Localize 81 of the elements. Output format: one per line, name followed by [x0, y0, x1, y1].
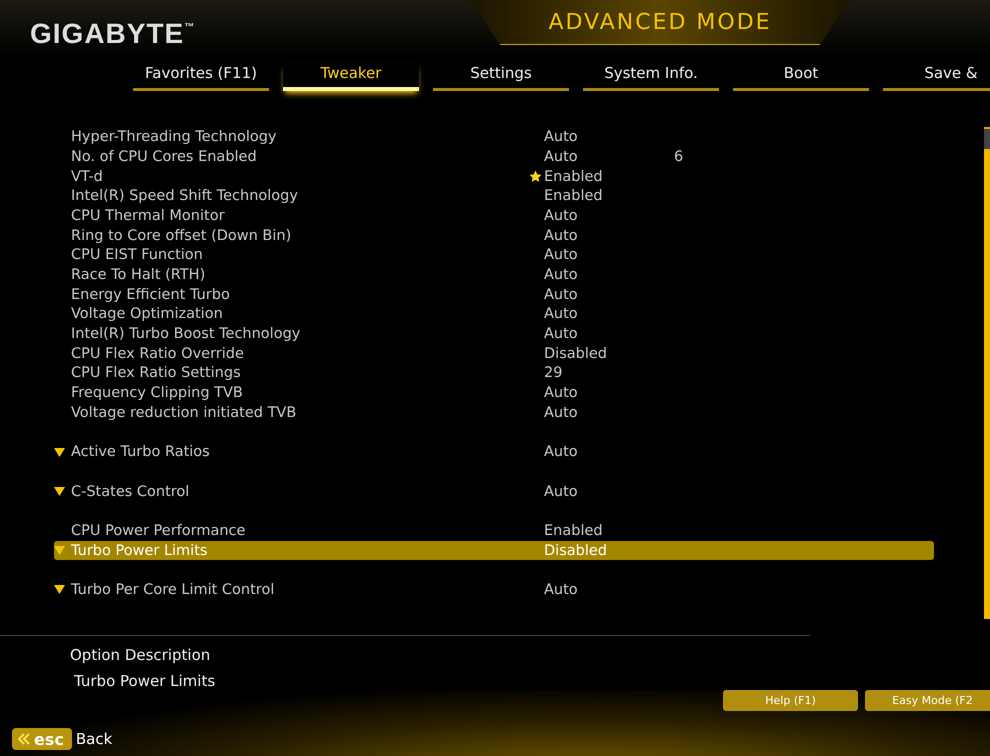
- setting-row[interactable]: C-States Control Auto: [54, 482, 934, 502]
- setting-value: Auto: [544, 582, 579, 598]
- setting-label: VT-d: [71, 168, 104, 185]
- setting-label: Ring to Core offset (Down Bin): [71, 228, 292, 244]
- selected-setting-row[interactable]: Turbo Power Limits Disabled: [54, 540, 934, 560]
- setting-row[interactable]: Frequency Clipping TVB Auto: [54, 383, 934, 403]
- setting-row[interactable]: Race To Halt (RTH) Auto: [54, 265, 934, 285]
- setting-row[interactable]: CPU Flex Ratio Override Disabled: [54, 344, 934, 364]
- trademark: ™: [184, 22, 196, 33]
- setting-row[interactable]: Voltage Optimization Auto: [54, 304, 934, 324]
- setting-value: Auto: [544, 444, 579, 460]
- tab[interactable]: Tweaker: [283, 64, 419, 92]
- mode-title: ADVANCED MODE: [470, 0, 850, 45]
- setting-value: Auto: [544, 228, 579, 244]
- expand-triangle-icon: [54, 487, 65, 496]
- tab[interactable]: Favorites (F11): [133, 64, 269, 92]
- setting-label: C-States Control: [71, 484, 190, 500]
- setting-value: Enabled: [544, 188, 604, 204]
- setting-extra-value: 6: [674, 148, 684, 165]
- setting-row[interactable]: Intel(R) Turbo Boost Technology Auto: [54, 324, 934, 344]
- setting-label: CPU Flex Ratio Settings: [71, 365, 242, 382]
- setting-label: Turbo Per Core Limit Control: [71, 582, 276, 598]
- tab[interactable]: System Info.: [583, 64, 719, 92]
- tab[interactable]: Settings: [433, 64, 569, 92]
- double-chevron-icon: [18, 733, 30, 745]
- setting-label: Frequency Clipping TVB: [71, 385, 244, 402]
- setting-label: No. of CPU Cores Enabled: [71, 148, 258, 165]
- setting-label: Voltage Optimization: [71, 306, 224, 322]
- setting-row[interactable]: Turbo Per Core Limit Control Auto: [54, 580, 934, 600]
- setting-label: CPU EIST Function: [71, 247, 204, 264]
- setting-value: Enabled: [544, 522, 604, 539]
- setting-row[interactable]: Energy Efficient Turbo Auto: [54, 284, 934, 304]
- star-icon: [528, 170, 542, 184]
- setting-row[interactable]: CPU Flex Ratio Settings 29: [54, 364, 934, 384]
- expand-triangle-icon: [54, 448, 65, 457]
- setting-row[interactable]: VT-d Enabled: [54, 166, 934, 186]
- setting-value: Auto: [544, 129, 579, 146]
- setting-label: CPU Power Performance: [71, 522, 246, 539]
- setting-value: Enabled: [544, 168, 604, 185]
- logo: GIGABYTE™: [30, 18, 196, 50]
- setting-value: Auto: [544, 404, 579, 421]
- tab[interactable]: Save &: [883, 64, 990, 92]
- setting-value: Disabled: [544, 346, 608, 362]
- setting-label: Energy Efficient Turbo: [71, 286, 231, 303]
- setting-row[interactable]: Hyper-Threading Technology Auto: [54, 127, 934, 147]
- setting-label: CPU Thermal Monitor: [71, 208, 226, 224]
- setting-value: 29: [544, 365, 564, 382]
- expand-triangle-icon: [54, 546, 65, 556]
- expand-triangle-icon: [54, 585, 65, 594]
- setting-value: Auto: [544, 247, 579, 264]
- setting-row[interactable]: Intel(R) Speed Shift Technology Enabled: [54, 186, 934, 206]
- setting-value: Disabled: [544, 542, 608, 559]
- setting-row[interactable]: No. of CPU Cores Enabled Auto 6: [54, 147, 934, 167]
- setting-label: Intel(R) Speed Shift Technology: [71, 188, 299, 204]
- setting-value: Auto: [544, 148, 579, 165]
- setting-label: Active Turbo Ratios: [71, 444, 211, 460]
- setting-row[interactable]: CPU Thermal Monitor Auto: [54, 206, 934, 226]
- scrollbar[interactable]: [984, 127, 990, 620]
- setting-label: Hyper-Threading Technology: [71, 129, 278, 146]
- setting-value: Auto: [544, 306, 579, 322]
- description-heading: Option Description: [70, 646, 212, 664]
- setting-row[interactable]: Ring to Core offset (Down Bin) Auto: [54, 226, 934, 246]
- description-text: Turbo Power Limits: [74, 672, 216, 690]
- setting-label: Voltage reduction initiated TVB: [71, 404, 298, 421]
- setting-row[interactable]: Voltage reduction initiated TVB Auto: [54, 402, 934, 423]
- setting-row[interactable]: CPU Power Performance Enabled: [54, 521, 934, 541]
- setting-value: Auto: [544, 326, 579, 342]
- setting-value: Auto: [544, 385, 579, 402]
- setting-value: Auto: [544, 484, 579, 500]
- setting-label: Race To Halt (RTH): [71, 266, 206, 283]
- setting-label: CPU Flex Ratio Override: [71, 346, 245, 362]
- tab[interactable]: Boot: [733, 64, 869, 92]
- back-label[interactable]: Back: [76, 730, 112, 748]
- setting-row[interactable]: Active Turbo Ratios Auto: [54, 442, 934, 462]
- setting-row[interactable]: CPU EIST Function Auto: [54, 245, 934, 266]
- setting-label: Intel(R) Turbo Boost Technology: [71, 326, 302, 342]
- setting-value: Auto: [544, 208, 579, 224]
- setting-label: Turbo Power Limits: [71, 542, 208, 559]
- setting-value: Auto: [544, 286, 579, 303]
- setting-value: Auto: [544, 266, 579, 283]
- scrollbar-thumb[interactable]: [984, 129, 990, 150]
